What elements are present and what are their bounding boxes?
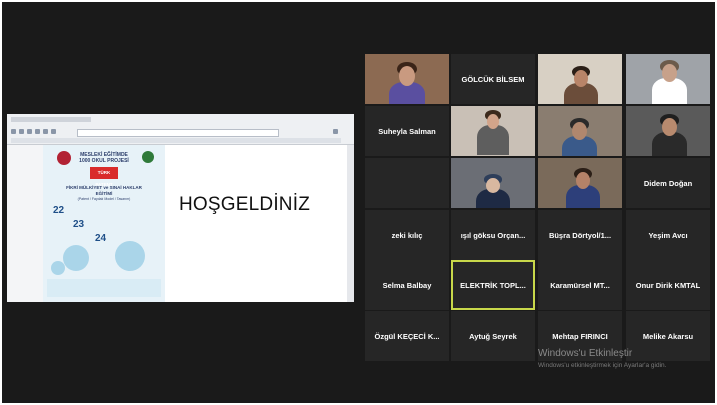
pdf-date-1: 22: [53, 205, 65, 216]
forward-icon[interactable]: [19, 129, 24, 134]
pdf-toolbar[interactable]: [11, 138, 341, 143]
participant-video: [538, 54, 622, 104]
participant-tile[interactable]: Büşra Dörtyol/1...: [538, 210, 622, 260]
activation-watermark-title: Windows'u Etkinleştir: [538, 348, 633, 359]
participant-video: [626, 106, 710, 156]
print-icon[interactable]: [43, 129, 48, 134]
participant-tile[interactable]: zeki kılıç: [365, 210, 449, 260]
participant-tile[interactable]: ELEKTRİK TOPL...: [451, 260, 535, 310]
participant-video: [538, 106, 622, 156]
participant-tile[interactable]: [538, 54, 622, 104]
pdf-course-subtitle: (Patent / Faydalı Model / Tasarım): [77, 197, 131, 201]
welcome-heading: HOŞGELDİNİZ: [179, 194, 310, 215]
participant-tile[interactable]: [538, 106, 622, 156]
pdf-heading-line2: 1000 OKUL PROJESİ: [79, 158, 129, 164]
participant-tile[interactable]: [626, 106, 710, 156]
participant-face: [486, 178, 500, 193]
participant-tile[interactable]: [365, 158, 449, 208]
participant-tile[interactable]: ışıl göksu Orçan...: [451, 210, 535, 260]
pdf-date-3: 24: [95, 233, 107, 244]
participant-face: [662, 64, 677, 82]
participant-name: Özgül KEÇECİ K...: [374, 331, 440, 341]
participant-name: GÖLCÜK BİLSEM: [461, 74, 525, 84]
pdf-course-title-1: FİKRİ MÜLKİYET ve SINAİ HAKLAR: [66, 185, 142, 190]
participant-video: [365, 54, 449, 104]
meeting-window: MESLEKİ EĞİTİMDE 1000 OKUL PROJESİ TÜRK …: [2, 2, 715, 403]
participant-tile[interactable]: [451, 158, 535, 208]
browser-toolbar: [7, 114, 354, 145]
browser-tab-strip[interactable]: [11, 117, 91, 122]
participant-tile[interactable]: Melike Akarsu: [626, 311, 710, 361]
participant-name: zeki kılıç: [391, 230, 423, 240]
participant-tile[interactable]: [451, 106, 535, 156]
participant-tile[interactable]: Özgül KEÇECİ K...: [365, 311, 449, 361]
pdf-course-title-2: EĞİTİMİ: [95, 191, 113, 196]
participant-video: [538, 158, 622, 208]
participant-video: [451, 106, 535, 156]
pdf-thumbnail-panel[interactable]: [7, 145, 43, 302]
pdf-date-2: 23: [73, 219, 85, 230]
home-icon[interactable]: [35, 129, 40, 134]
participant-name: Büşra Dörtyol/1...: [548, 230, 612, 240]
participant-name: ışıl göksu Orçan...: [460, 230, 526, 240]
participant-tile[interactable]: Yeşim Avcı: [626, 210, 710, 260]
shared-screen: MESLEKİ EĞİTİMDE 1000 OKUL PROJESİ TÜRK …: [7, 114, 354, 302]
participant-face: [574, 70, 588, 87]
participant-tile[interactable]: [538, 158, 622, 208]
participant-tile[interactable]: Didem Doğan: [626, 158, 710, 208]
back-icon[interactable]: [11, 129, 16, 134]
pdf-bubble-decoration: [63, 245, 89, 271]
participant-video: [626, 54, 710, 104]
activation-watermark-subtitle: Windows'u etkinleştirmek için Ayarlar'a …: [538, 362, 667, 369]
participant-tile[interactable]: Selma Balbay: [365, 260, 449, 310]
participant-name: Yeşim Avcı: [648, 230, 688, 240]
participant-tile[interactable]: [626, 54, 710, 104]
participant-face: [572, 122, 587, 140]
participant-tile[interactable]: [365, 54, 449, 104]
refresh-icon[interactable]: [27, 129, 32, 134]
participant-tile[interactable]: Aytuğ Seyrek: [451, 311, 535, 361]
participant-name: Suheyla Salman: [378, 126, 436, 136]
pdf-bubble-decoration: [51, 261, 65, 275]
participant-name: Aytuğ Seyrek: [469, 331, 517, 341]
participant-face: [662, 118, 677, 136]
pdf-bubble-decoration: [115, 241, 145, 271]
participant-face: [576, 172, 590, 189]
participant-face: [399, 66, 415, 86]
zoom-icon[interactable]: [51, 129, 56, 134]
participant-video: [451, 158, 535, 208]
participant-name: Karamürsel MT...: [550, 280, 610, 290]
screenshot-frame: MESLEKİ EĞİTİMDE 1000 OKUL PROJESİ TÜRK …: [0, 0, 717, 405]
participant-tile[interactable]: Karamürsel MT...: [538, 260, 622, 310]
participant-name: ELEKTRİK TOPL...: [460, 280, 526, 290]
participant-name: Onur Dirik KMTAL: [635, 280, 701, 290]
participant-name: Didem Doğan: [643, 178, 693, 188]
participant-tile[interactable]: Onur Dirik KMTAL: [626, 260, 710, 310]
participant-tile[interactable]: GÖLCÜK BİLSEM: [451, 54, 535, 104]
address-bar[interactable]: [77, 129, 279, 137]
pdf-footer: [47, 279, 161, 297]
participant-name: Selma Balbay: [382, 280, 432, 290]
participant-face: [487, 114, 499, 129]
participant-body: [477, 125, 509, 155]
pdf-side-toolbar[interactable]: [347, 145, 354, 302]
participant-name: Melike Akarsu: [642, 331, 694, 341]
pdf-page: MESLEKİ EĞİTİMDE 1000 OKUL PROJESİ TÜRK …: [43, 145, 165, 302]
turk-patent-badge: TÜRK PATENT: [90, 167, 118, 187]
participant-tile[interactable]: Suheyla Salman: [365, 106, 449, 156]
menu-icon[interactable]: [333, 129, 338, 134]
